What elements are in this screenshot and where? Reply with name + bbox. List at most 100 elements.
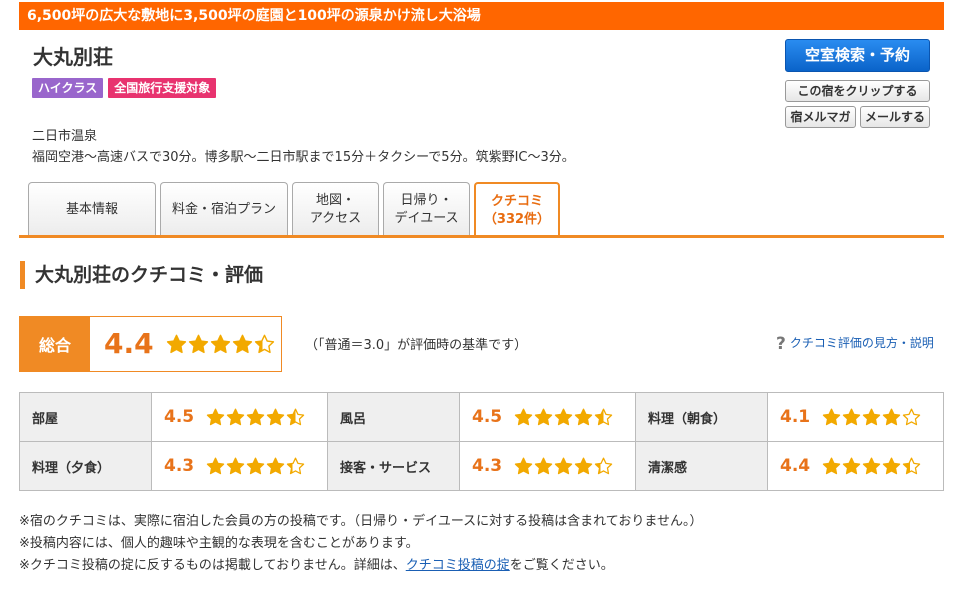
tab-basic-info[interactable]: 基本情報	[28, 182, 156, 236]
star-icon	[842, 408, 861, 425]
star-icon	[210, 334, 230, 353]
category-rating: 4.5	[151, 392, 328, 442]
star-icon	[226, 408, 245, 425]
category-score: 4.4	[780, 456, 811, 476]
category-stars	[514, 457, 614, 476]
hotel-name: 大丸別荘	[33, 45, 113, 69]
star-icon	[822, 457, 841, 474]
overall-label: 総合	[20, 317, 90, 371]
area-name: 二日市温泉	[32, 129, 98, 144]
star-icon	[246, 457, 265, 474]
star-icon	[286, 408, 305, 425]
category-score: 4.3	[164, 456, 195, 476]
tab-plans[interactable]: 料金・宿泊プラン	[160, 182, 288, 236]
star-icon	[534, 457, 553, 474]
star-icon	[166, 334, 186, 353]
posting-rules-link[interactable]: クチコミ投稿の掟	[406, 558, 510, 573]
question-icon: ?	[776, 334, 786, 354]
category-rating: 4.5	[459, 392, 636, 442]
star-icon	[554, 457, 573, 474]
table-row: 部屋 4.5 風呂 4.5 料理（朝食） 4.1	[19, 392, 944, 442]
highclass-badge: ハイクラス	[32, 78, 104, 98]
tab-label: 基本情報	[65, 201, 118, 217]
star-icon	[574, 457, 593, 474]
reserve-button[interactable]: 空室検索・予約	[785, 39, 930, 72]
category-stars	[206, 408, 306, 427]
star-icon	[882, 408, 901, 425]
tab-label: 料金・宿泊プラン	[171, 201, 276, 217]
star-icon	[554, 408, 573, 425]
tab-map-access[interactable]: 地図・ アクセス	[292, 182, 379, 236]
note-line: ※クチコミ投稿の掟に反するものは掲載しておりません。詳細は、クチコミ投稿の掟をご…	[19, 555, 703, 577]
tab-label-line2: デイユース	[394, 210, 459, 226]
category-stars	[206, 457, 306, 476]
note-line: ※宿のクチコミは、実際に宿泊した会員の方の投稿です。（日帰り・デイユースに対する…	[19, 514, 703, 529]
category-score: 4.3	[472, 456, 503, 476]
star-icon	[842, 457, 861, 474]
magazine-button[interactable]: 宿メルマガ	[785, 106, 856, 128]
star-icon	[514, 408, 533, 425]
star-icon	[514, 457, 533, 474]
tab-label-line2: アクセス	[309, 210, 362, 226]
baseline-note: （「普通＝3.0」が評価時の基準です）	[305, 338, 528, 353]
tab-label-line2: （332件）	[483, 212, 551, 227]
category-name: 接客・サービス	[327, 441, 460, 491]
table-row: 料理（夕食） 4.3 接客・サービス 4.3 清潔感 4.4	[19, 441, 944, 491]
category-name: 料理（朝食）	[635, 392, 768, 442]
star-icon	[188, 334, 208, 353]
category-name: 部屋	[19, 392, 152, 442]
category-stars	[514, 408, 614, 427]
star-icon	[286, 457, 305, 474]
tab-label: 日帰り・ デイユース	[394, 192, 458, 228]
star-icon	[266, 457, 285, 474]
category-rating: 4.4	[767, 441, 944, 491]
category-stars	[822, 408, 922, 427]
star-icon	[534, 408, 553, 425]
star-icon	[862, 457, 881, 474]
overall-score: 4.4	[104, 327, 154, 360]
travel-support-badge: 全国旅行支援対象	[108, 78, 217, 98]
note-text: をご覧ください。	[509, 558, 614, 573]
category-ratings-table: 部屋 4.5 風呂 4.5 料理（朝食） 4.1 料理（夕食） 4.3 接客・サ…	[19, 392, 944, 491]
tab-reviews[interactable]: クチコミ （332件）	[474, 182, 560, 238]
star-icon	[882, 457, 901, 474]
access-info: 福岡空港～高速バスで30分。博多駅～二日市駅まで15分＋タクシーで5分。筑紫野I…	[32, 150, 575, 165]
mail-button[interactable]: メールする	[860, 106, 930, 128]
star-icon	[574, 408, 593, 425]
tab-label: 地図・ アクセス	[310, 192, 361, 228]
note-text: ※クチコミ投稿の掟に反するものは掲載しておりません。詳細は、	[19, 558, 406, 573]
star-icon	[594, 457, 613, 474]
help-link[interactable]: ? クチコミ評価の見方・説明	[776, 334, 934, 354]
star-icon	[594, 408, 613, 425]
category-rating: 4.1	[767, 392, 944, 442]
overall-stars	[154, 317, 276, 371]
category-score: 4.1	[780, 407, 811, 427]
tab-dayuse[interactable]: 日帰り・ デイユース	[383, 182, 470, 236]
section-title: 大丸別荘のクチコミ・評価	[20, 261, 263, 289]
category-score: 4.5	[164, 407, 195, 427]
star-icon	[902, 457, 921, 474]
note-line: ※投稿内容には、個人的趣味や主観的な表現を含むことがあります。	[19, 536, 419, 551]
category-score: 4.5	[472, 407, 503, 427]
star-icon	[254, 334, 274, 353]
star-icon	[246, 408, 265, 425]
tab-underline	[19, 235, 944, 238]
clip-button[interactable]: この宿をクリップする	[785, 80, 930, 102]
category-name: 清潔感	[635, 441, 768, 491]
help-link-text[interactable]: クチコミ評価の見方・説明	[790, 336, 934, 350]
star-icon	[232, 334, 252, 353]
category-name: 料理（夕食）	[19, 441, 152, 491]
star-icon	[206, 457, 225, 474]
tab-label-line1: 日帰り・	[400, 192, 453, 208]
star-icon	[902, 408, 921, 425]
tab-label-line1: 地図・	[315, 192, 355, 208]
star-icon	[206, 408, 225, 425]
category-stars	[822, 457, 922, 476]
star-icon	[226, 457, 245, 474]
category-name: 風呂	[327, 392, 460, 442]
tab-label: クチコミ （332件）	[484, 193, 550, 229]
overall-rating-box: 総合 4.4	[19, 316, 282, 372]
category-rating: 4.3	[151, 441, 328, 491]
catch-copy-bar: 6,500坪の広大な敷地に3,500坪の庭園と100坪の源泉かけ流し大浴場	[19, 2, 944, 30]
review-notes: ※宿のクチコミは、実際に宿泊した会員の方の投稿です。（日帰り・デイユースに対する…	[19, 511, 703, 577]
